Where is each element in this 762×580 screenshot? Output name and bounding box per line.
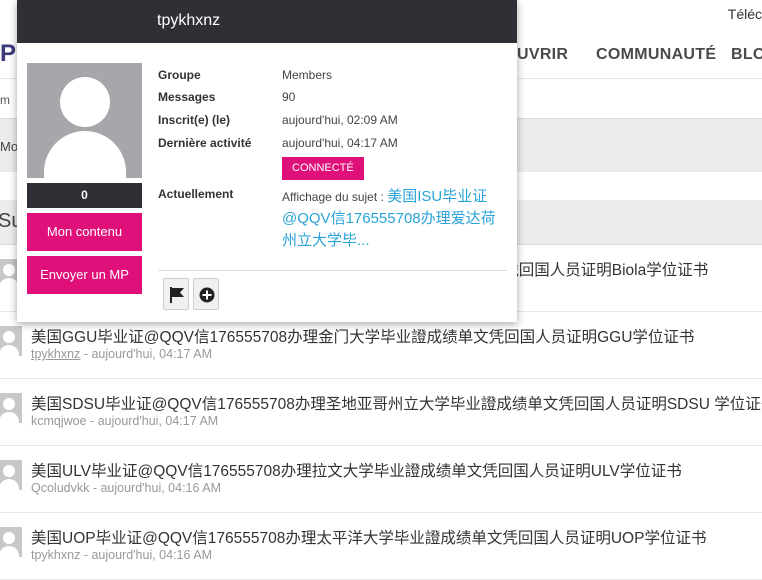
current-activity: Affichage du sujet : 美国ISU毕业证@QQV信176555… (282, 186, 502, 252)
posts-label: Messages (158, 90, 216, 104)
my-content-button[interactable]: Mon contenu (27, 213, 142, 251)
posts-value: 90 (282, 90, 296, 104)
card-username[interactable]: tpykhxnz (157, 12, 220, 30)
nav-item-decouvrir[interactable]: UVRIR (517, 46, 568, 64)
joined-value: aujourd'hui, 02:09 AM (282, 113, 398, 127)
topic-author[interactable]: Qcoludvkk (31, 481, 89, 495)
topic-time: aujourd'hui, 04:17 AM (91, 347, 212, 361)
topic-author[interactable]: tpykhxnz (31, 347, 80, 361)
table-row[interactable]: 美国GGU毕业证@QQV信176555708办理金门大学毕业證成绩单文凭回国人员… (0, 312, 762, 379)
follow-button[interactable] (193, 278, 219, 310)
nav-item-communaute[interactable]: COMMUNAUTÉ (596, 46, 716, 64)
table-row[interactable]: 美国UOP毕业证@QQV信176555708办理太平洋大学毕业證成绩单文凭回国人… (0, 513, 762, 580)
topic-meta: tpykhxnz - aujourd'hui, 04:17 AM (31, 347, 212, 361)
reputation-count: 0 (27, 183, 142, 208)
joined-label: Inscrit(e) (le) (158, 113, 231, 127)
user-avatar-icon[interactable] (27, 63, 142, 178)
send-message-button[interactable]: Envoyer un MP (27, 256, 142, 294)
table-row[interactable]: 美国ULV毕业证@QQV信176555708办理拉文大学毕业證成绩单文凭回国人员… (0, 446, 762, 513)
topic-meta: kcmqjwoe - aujourd'hui, 04:17 AM (31, 414, 219, 428)
plus-circle-icon (199, 287, 215, 303)
group-value: Members (282, 68, 333, 82)
activity-prefix: Affichage du sujet : (282, 190, 384, 204)
topic-time: aujourd'hui, 04:16 AM (100, 481, 221, 495)
topic-author[interactable]: tpykhxnz (31, 548, 80, 562)
card-header: tpykhxnz (17, 0, 517, 43)
online-status-badge: CONNECTÉ (282, 157, 364, 180)
topic-title[interactable]: 美国ULV毕业证@QQV信176555708办理拉文大学毕业證成绩单文凭回国人员… (31, 459, 682, 481)
table-row[interactable]: 美国SDSU毕业证@QQV信176555708办理圣地亚哥州立大学毕业證成绩单文… (0, 379, 762, 446)
topic-title[interactable]: 美国GGU毕业证@QQV信176555708办理金门大学毕业證成绩单文凭回国人员… (31, 325, 694, 347)
user-hover-card: tpykhxnz 0 Mon contenu Envoyer un MP Gro… (17, 0, 517, 322)
currently-label: Actuellement (158, 187, 234, 201)
group-label: Groupe (158, 68, 201, 82)
divider (158, 270, 507, 271)
report-button[interactable] (163, 278, 189, 310)
last-active-value: aujourd'hui, 04:17 AM (282, 136, 398, 150)
user-avatar-icon[interactable] (0, 393, 22, 423)
topic-meta: tpykhxnz - aujourd'hui, 04:16 AM (31, 548, 212, 562)
topic-time: aujourd'hui, 04:17 AM (97, 414, 219, 428)
user-avatar-icon[interactable] (0, 460, 22, 490)
topic-time: aujourd'hui, 04:16 AM (91, 548, 212, 562)
top-link[interactable]: Téléc (728, 6, 762, 22)
topic-title[interactable]: 美国UOP毕业证@QQV信176555708办理太平洋大学毕业證成绩单文凭回国人… (31, 526, 706, 548)
nav-item-blog[interactable]: BLOG (731, 46, 762, 64)
flag-icon (170, 287, 184, 303)
user-avatar-icon[interactable] (0, 326, 22, 356)
topic-author[interactable]: kcmqjwoe (31, 414, 87, 428)
breadcrumb[interactable]: m (0, 93, 10, 107)
topic-title[interactable]: 美国SDSU毕业证@QQV信176555708办理圣地亚哥州立大学毕业證成绩单文… (31, 392, 762, 414)
last-active-label: Dernière activité (158, 136, 252, 150)
user-avatar-icon[interactable] (0, 527, 22, 557)
topic-meta: Qcoludvkk - aujourd'hui, 04:16 AM (31, 481, 221, 495)
